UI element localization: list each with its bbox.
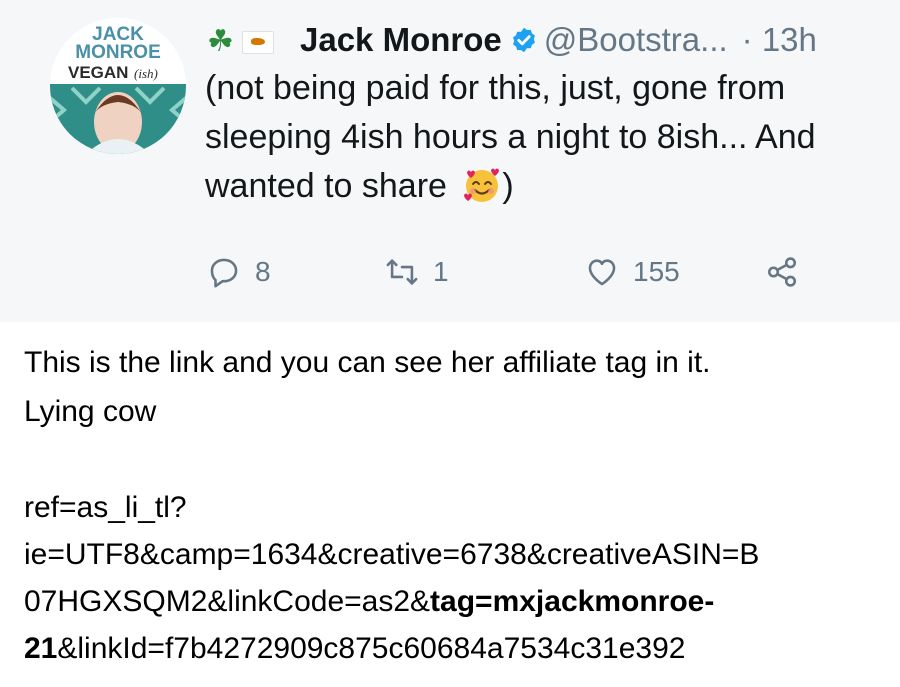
- tweet-text: (not being paid for this, just, gone fro…: [205, 64, 885, 211]
- url-line-3-plain: 07HGXSQM2&linkCode=as2&: [24, 585, 431, 618]
- reply-button[interactable]: 8: [207, 250, 271, 294]
- url-line-3: 07HGXSQM2&linkCode=as2&tag=mxjackmonroe-: [24, 578, 884, 625]
- avatar-brand-line3: VEGAN: [68, 63, 128, 82]
- tweet-timestamp[interactable]: · 13h: [742, 21, 817, 59]
- author-line[interactable]: Jack Monroe @Bootstra... · 13h: [300, 18, 817, 62]
- verified-badge-icon: [512, 27, 535, 53]
- reply-icon: [210, 258, 238, 288]
- retweet-button[interactable]: 1: [385, 250, 449, 294]
- author-handle[interactable]: @Bootstra...: [544, 21, 728, 59]
- shamrock-icon: ☘: [207, 25, 234, 58]
- tweet-actions: 8 1 155: [207, 250, 847, 294]
- avatar-image: JACK MONROE VEGAN (ish): [50, 18, 186, 154]
- share-icon: [767, 257, 797, 287]
- tweet-card[interactable]: JACK MONROE VEGAN (ish) ☘ Jack Monroe @B…: [0, 0, 900, 322]
- avatar[interactable]: JACK MONROE VEGAN (ish): [50, 18, 186, 154]
- smiling-face-with-hearts-icon: [464, 168, 500, 202]
- affiliate-url-text: ref=as_li_tl? ie=UTF8&camp=1634&creative…: [24, 484, 884, 672]
- like-button[interactable]: 155: [585, 250, 680, 294]
- avatar-brand-suffix: (ish): [134, 66, 158, 81]
- retweet-count: 1: [433, 256, 449, 287]
- url-line-4: 21&linkId=f7b4272909c875c60684a7534c31e3…: [24, 625, 884, 672]
- affiliate-tag-highlight: tag=mxjackmonroe-: [430, 585, 715, 618]
- tweet-body-end: ): [502, 167, 514, 205]
- url-line-4-plain: &linkId=f7b4272909c875c60684a7534c31e392: [57, 632, 686, 665]
- author-name[interactable]: Jack Monroe: [300, 21, 502, 59]
- post-caption: This is the link and you can see her aff…: [24, 338, 884, 436]
- caption-line-1: This is the link and you can see her aff…: [24, 346, 711, 379]
- avatar-brand-line2: MONROE: [75, 42, 161, 63]
- url-line-1: ref=as_li_tl?: [24, 491, 187, 524]
- name-emoji-flags: ☘: [207, 22, 274, 62]
- cyprus-flag-icon: [241, 30, 274, 54]
- heart-icon: [588, 259, 616, 286]
- retweet-icon: [386, 259, 418, 285]
- url-line-2: ie=UTF8&camp=1634&creative=6738&creative…: [24, 538, 760, 571]
- reply-count: 8: [255, 256, 271, 287]
- like-count: 155: [633, 256, 680, 287]
- caption-line-2: Lying cow: [24, 395, 157, 428]
- share-button[interactable]: [765, 250, 813, 294]
- affiliate-tag-highlight-end: 21: [24, 632, 58, 665]
